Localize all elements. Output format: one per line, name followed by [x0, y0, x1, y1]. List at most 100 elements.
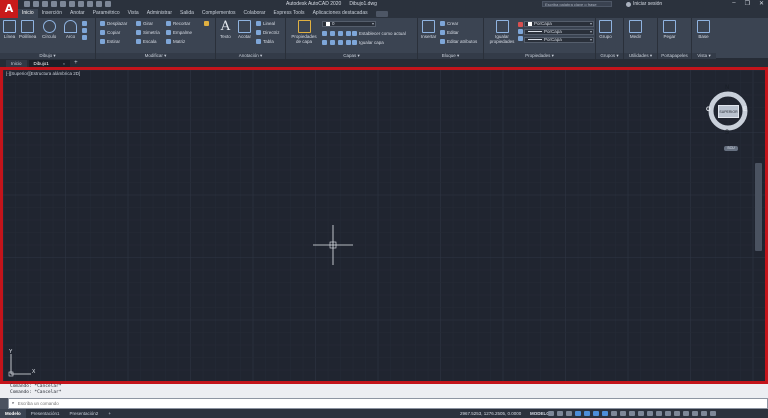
- application-menu-button[interactable]: A: [0, 0, 18, 18]
- tab-model[interactable]: Modelo: [0, 409, 26, 418]
- erase-button[interactable]: [204, 20, 209, 27]
- workspace-gear-icon[interactable]: [647, 411, 653, 416]
- compass-east[interactable]: E: [743, 107, 747, 113]
- tab-administrar[interactable]: Administrar: [143, 9, 176, 18]
- group-button[interactable]: Grupo: [599, 20, 612, 39]
- compass-south[interactable]: S: [725, 130, 729, 136]
- isodraft-toggle-icon[interactable]: [584, 411, 590, 416]
- hatch-icon[interactable]: [82, 28, 87, 33]
- print-icon[interactable]: [78, 1, 84, 7]
- tab-aplicaciones-destacadas[interactable]: Aplicaciones destacadas: [309, 9, 372, 18]
- tab-anotar[interactable]: Anotar: [66, 9, 89, 18]
- draw-extra-tools[interactable]: [82, 21, 87, 40]
- base-view-button[interactable]: Base: [697, 20, 710, 39]
- command-input[interactable]: [17, 401, 618, 406]
- tab-complementos[interactable]: Complementos: [198, 9, 240, 18]
- text-button[interactable]: A Texto: [220, 20, 231, 40]
- ellipse-icon[interactable]: [82, 35, 87, 40]
- tab-colaborar[interactable]: Colaborar: [240, 9, 270, 18]
- dimension-button[interactable]: Acotar: [238, 20, 251, 39]
- viewcube-face-top[interactable]: SUPERIOR: [718, 105, 739, 118]
- match-properties-button[interactable]: Igualar propiedades: [488, 20, 516, 44]
- rotate-button[interactable]: Girar: [136, 20, 153, 27]
- file-tab-start[interactable]: Inicio: [6, 60, 27, 67]
- command-input-bar[interactable]: ▸: [8, 398, 768, 409]
- close-tab-icon[interactable]: ×: [63, 60, 65, 67]
- layer-thaw-icon[interactable]: [330, 40, 335, 45]
- layer-lock-icon[interactable]: [346, 31, 351, 36]
- viewcube[interactable]: SUPERIOR N S E O: [706, 85, 748, 143]
- rectangle-icon[interactable]: [82, 21, 87, 26]
- close-icon[interactable]: ✕: [759, 0, 764, 7]
- create-block-button[interactable]: Crear: [440, 20, 458, 27]
- grid-toggle-icon[interactable]: [548, 411, 554, 416]
- lineweight-icon[interactable]: [518, 29, 523, 34]
- stretch-button[interactable]: Estirar: [100, 38, 120, 45]
- make-current-button[interactable]: Establecer como actual: [352, 30, 406, 37]
- table-button[interactable]: Tabla: [256, 38, 274, 45]
- ribbon-minimize-button[interactable]: [375, 10, 388, 17]
- add-layout-button[interactable]: +: [103, 409, 116, 418]
- line-button[interactable]: Línea: [3, 20, 16, 39]
- osnap-toggle-icon[interactable]: [602, 411, 608, 416]
- annotation-scale-icon[interactable]: [638, 411, 644, 416]
- tab-layout1[interactable]: Presentación1: [26, 409, 65, 418]
- tab-express-tools[interactable]: Express Tools: [270, 9, 309, 18]
- trim-button[interactable]: Recortar: [166, 20, 190, 27]
- polar-toggle-icon[interactable]: [575, 411, 581, 416]
- new-icon[interactable]: [24, 1, 30, 7]
- layer-walk-icon[interactable]: [346, 40, 351, 45]
- layer-freeze-icon[interactable]: [338, 31, 343, 36]
- layer-tools-row1[interactable]: [322, 30, 351, 37]
- layer-dropdown[interactable]: 0 ▾: [322, 21, 376, 27]
- file-tab-drawing1[interactable]: Dibujo1 ×: [28, 60, 71, 67]
- drawing-viewport[interactable]: [-][Superior][Estructura alámbrica 2D] S…: [0, 67, 768, 384]
- wcs-menu-button[interactable]: SCU: [724, 146, 738, 151]
- share-icon[interactable]: [105, 1, 111, 7]
- fillet-button[interactable]: Empalme: [166, 29, 192, 36]
- isolate-objects-icon[interactable]: [683, 411, 689, 416]
- polyline-button[interactable]: Polilínea: [19, 20, 36, 39]
- save-icon[interactable]: [42, 1, 48, 7]
- layer-unisolate-icon[interactable]: [322, 40, 327, 45]
- annotation-monitor-icon[interactable]: [656, 411, 662, 416]
- mirror-button[interactable]: Simetría: [136, 29, 160, 36]
- transparency-toggle-icon[interactable]: [620, 411, 626, 416]
- circle-button[interactable]: Círculo: [42, 20, 56, 39]
- linetype-icon[interactable]: [518, 36, 523, 41]
- layer-isolate-icon[interactable]: [330, 31, 335, 36]
- ortho-toggle-icon[interactable]: [566, 411, 572, 416]
- tab-insercion[interactable]: Inserción: [38, 9, 66, 18]
- model-space-toggle[interactable]: MODELO: [530, 409, 550, 418]
- web-save-icon[interactable]: [69, 1, 75, 7]
- scale-button[interactable]: Escala: [136, 38, 157, 45]
- new-tab-button[interactable]: +: [72, 60, 78, 67]
- match-layer-button[interactable]: Igualar capa: [352, 39, 384, 46]
- tab-parametrico[interactable]: Paramétrico: [89, 9, 124, 18]
- properties-extra[interactable]: [518, 22, 523, 41]
- search-input[interactable]: Escriba palabra clave o frase: [542, 1, 612, 7]
- measure-button[interactable]: Medir: [629, 20, 642, 39]
- tab-vista[interactable]: Vista: [124, 9, 143, 18]
- selection-cycling-icon[interactable]: [629, 411, 635, 416]
- color-dropdown[interactable]: PorCapa ▾: [524, 21, 594, 27]
- navigation-bar[interactable]: [755, 163, 762, 251]
- restore-icon[interactable]: ❐: [745, 0, 750, 7]
- compass-west[interactable]: O: [706, 107, 711, 113]
- signin-button[interactable]: Iniciar sesión: [626, 1, 662, 7]
- web-open-icon[interactable]: [60, 1, 66, 7]
- layer-off-icon[interactable]: [322, 31, 327, 36]
- tab-salida[interactable]: Salida: [176, 9, 198, 18]
- layer-tools-row2[interactable]: [322, 39, 351, 46]
- insert-button[interactable]: Insertar: [421, 20, 436, 39]
- viewport-controls-label[interactable]: [-][Superior][Estructura alámbrica 2D]: [6, 71, 80, 76]
- array-button[interactable]: Matriz: [166, 38, 185, 45]
- compass-north[interactable]: N: [725, 85, 729, 91]
- arc-button[interactable]: Arco: [64, 20, 77, 39]
- customization-menu-icon[interactable]: [710, 411, 716, 416]
- undo-icon[interactable]: [87, 1, 93, 7]
- tab-layout2[interactable]: Presentación2: [65, 409, 104, 418]
- linear-button[interactable]: Lineal: [256, 20, 275, 27]
- layer-unlock-icon[interactable]: [338, 40, 343, 45]
- leader-button[interactable]: Directriz: [256, 29, 280, 36]
